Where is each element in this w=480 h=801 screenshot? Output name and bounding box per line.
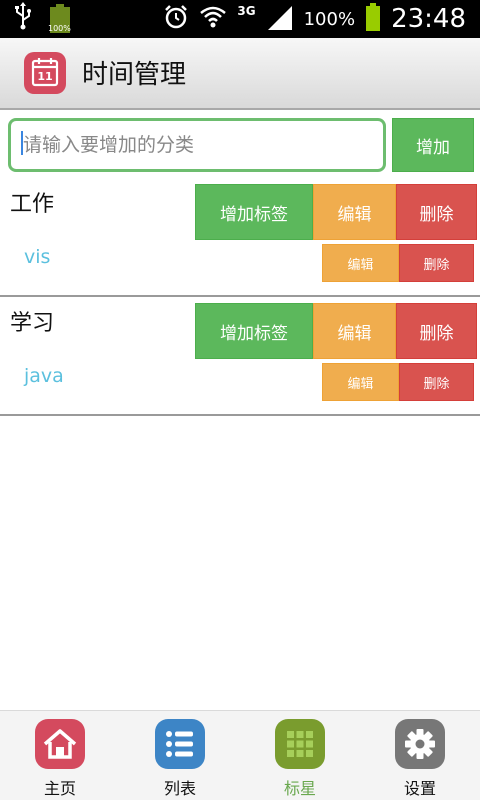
delete-tag-button[interactable]: 删除 [399, 363, 474, 401]
tag-name[interactable]: java [24, 365, 64, 387]
battery-icon [365, 3, 381, 35]
add-tag-button[interactable]: 增加标签 [195, 184, 313, 240]
category-section-study: 学习 增加标签 编辑 删除 java 编辑 删除 [0, 297, 480, 416]
delete-tag-button[interactable]: 删除 [399, 244, 474, 282]
battery-small-icon: 100% [48, 4, 72, 34]
edit-tag-button[interactable]: 编辑 [322, 363, 399, 401]
clock-label: 23:48 [391, 4, 466, 34]
category-section-work: 工作 增加标签 编辑 删除 vis 编辑 删除 [0, 178, 480, 297]
edit-category-button[interactable]: 编辑 [313, 303, 396, 359]
network-type-label: 3G [237, 4, 256, 18]
add-category-button[interactable]: 增加 [392, 118, 474, 172]
text-cursor [21, 131, 23, 155]
delete-category-button[interactable]: 删除 [396, 184, 477, 240]
add-tag-button[interactable]: 增加标签 [195, 303, 313, 359]
grid-icon [275, 719, 325, 769]
status-bar: 100% 3G 100% 23:48 [0, 0, 480, 38]
tag-name[interactable]: vis [24, 246, 50, 268]
battery-percent-label: 100% [303, 8, 356, 30]
usb-icon [14, 2, 32, 34]
nav-label: 设置 [403, 779, 436, 798]
battery-small-label: 100% [48, 24, 71, 33]
nav-label: 标星 [283, 779, 316, 798]
category-name: 学习 [10, 311, 55, 336]
nav-item-list[interactable]: 列表 [120, 711, 240, 801]
wifi-icon [199, 5, 227, 33]
page-title: 时间管理 [82, 60, 187, 90]
nav-item-home[interactable]: 主页 [0, 711, 120, 801]
category-name: 工作 [10, 192, 55, 217]
home-icon [35, 719, 85, 769]
calendar-day-label: 11 [37, 70, 53, 83]
edit-category-button[interactable]: 编辑 [313, 184, 396, 240]
gear-icon [395, 719, 445, 769]
nav-item-settings[interactable]: 设置 [360, 711, 480, 801]
edit-tag-button[interactable]: 编辑 [322, 244, 399, 282]
bottom-nav: 主页 列表 标星 设置 [0, 710, 480, 800]
category-input[interactable] [8, 118, 386, 172]
add-category-row: 增加 [0, 112, 480, 178]
nav-item-starred[interactable]: 标星 [240, 711, 360, 801]
signal-icon [266, 4, 294, 34]
title-bar: 11 时间管理 [0, 38, 480, 110]
alarm-icon [163, 4, 189, 34]
list-icon [155, 719, 205, 769]
nav-label: 列表 [163, 779, 196, 798]
calendar-app-icon: 11 [24, 52, 66, 94]
delete-category-button[interactable]: 删除 [396, 303, 477, 359]
nav-label: 主页 [43, 779, 76, 798]
